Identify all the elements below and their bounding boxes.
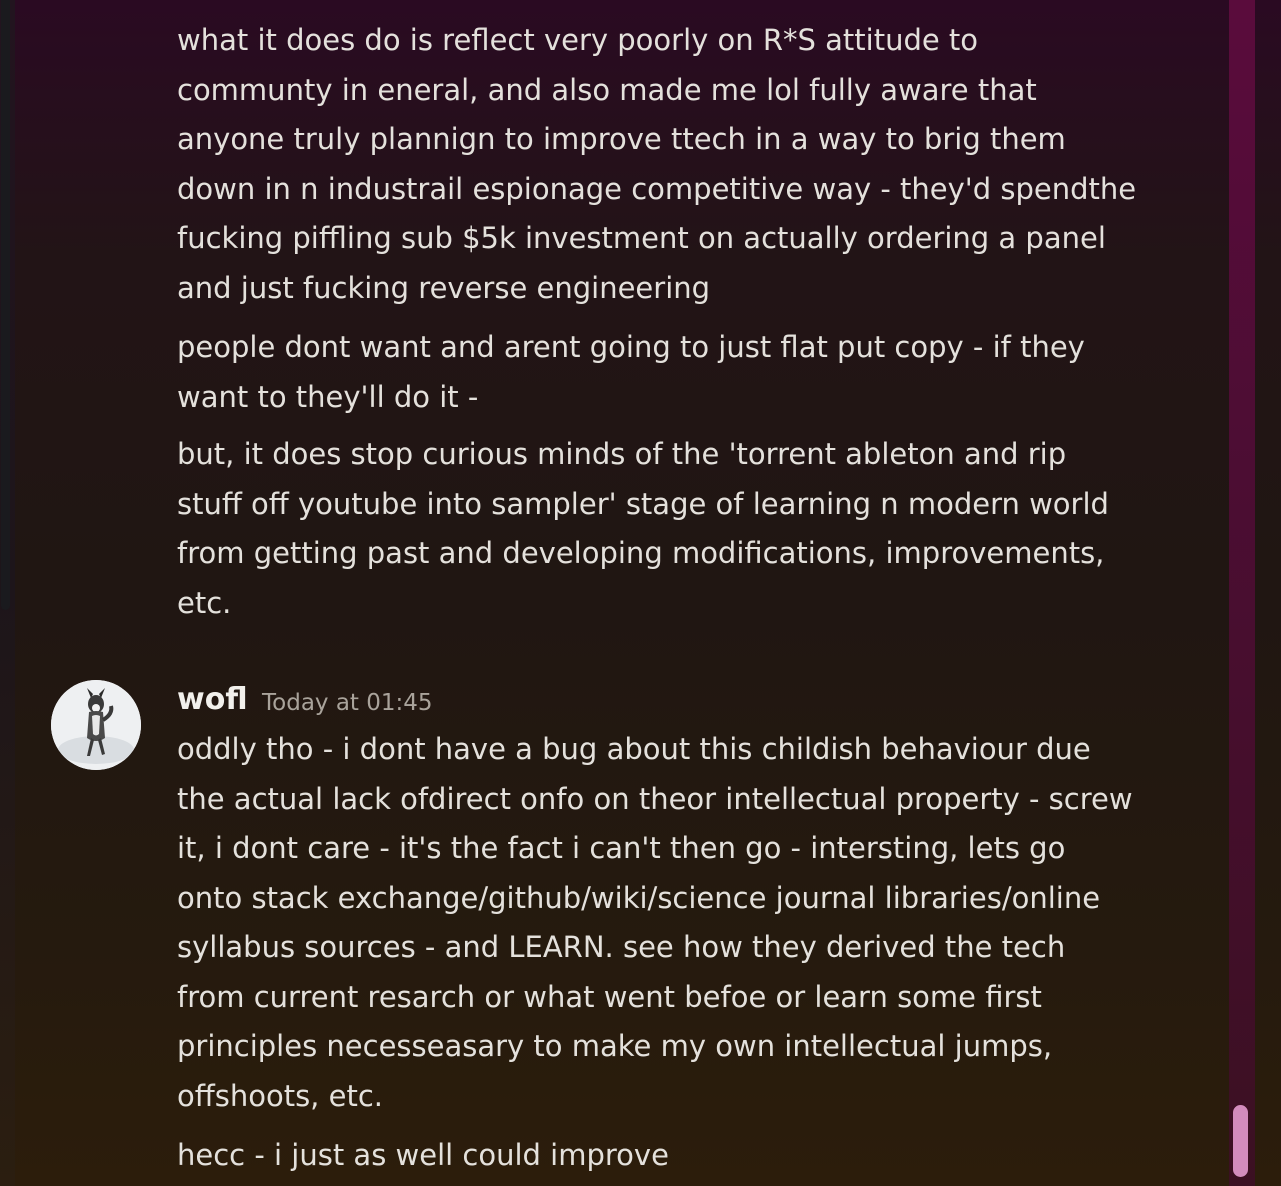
message-author-username[interactable]: wofl (177, 680, 248, 720)
avatar-image (51, 680, 141, 770)
previous-message-paragraph-2: people dont want and arent going to just… (177, 330, 1085, 414)
chat-scrollbar-thumb[interactable] (1233, 1105, 1248, 1177)
message-timestamp[interactable]: Today at 01:45 (262, 688, 433, 718)
current-message-paragraph-1: oddly tho - i dont have a bug about this… (177, 732, 1133, 1113)
server-rail-scroll-thumb[interactable] (1, 0, 10, 610)
husky-dog-avatar-icon[interactable] (51, 680, 141, 770)
chat-messages-pane: what it does do is reflect very poorly o… (15, 0, 1255, 1186)
previous-message-paragraph-3: but, it does stop curious minds of the '… (177, 437, 1109, 620)
chat-scrollbar-track[interactable] (1229, 0, 1255, 1186)
server-rail (0, 0, 15, 1186)
previous-message-paragraph-1: what it does do is reflect very poorly o… (177, 23, 1137, 305)
current-message-paragraph-2: hecc - i just as well could improve (177, 1138, 669, 1172)
